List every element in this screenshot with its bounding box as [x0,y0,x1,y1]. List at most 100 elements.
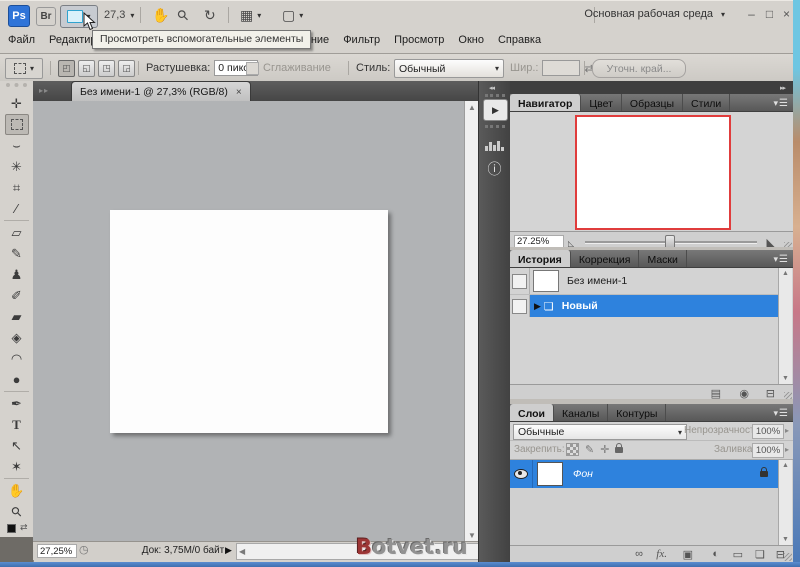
clone-stamp-tool[interactable]: ♟ [5,264,29,285]
panel-grip[interactable] [6,83,27,93]
tab-masks[interactable]: Маски [639,250,686,267]
subtract-from-selection-icon[interactable]: ◳ [98,60,115,77]
lasso-tool[interactable]: ⌣ [5,135,29,156]
history-brush-tool[interactable]: ✐ [5,285,29,306]
healing-brush-tool[interactable]: ▱ [5,222,29,243]
vertical-scrollbar[interactable]: ▲ ▼ [464,101,479,541]
tab-channels[interactable]: Каналы [554,404,608,421]
paint-bucket-tool[interactable]: ◈ [5,327,29,348]
antialias-checkbox[interactable] [246,62,259,75]
rectangular-marquee-tool[interactable] [5,114,29,135]
fill-input[interactable]: 100% [752,443,784,458]
dodge-tool[interactable]: ● [5,369,29,390]
lock-transparency-icon[interactable] [566,443,579,456]
visibility-cell[interactable] [510,460,533,488]
scroll-down-icon[interactable]: ▼ [782,375,789,382]
tab-swatches[interactable]: Образцы [622,94,683,111]
scroll-up-icon[interactable]: ▲ [465,101,479,113]
status-flyout-icon[interactable]: ▶ [225,545,232,556]
blend-mode-dropdown[interactable]: Обычные ▾ [513,424,687,440]
maximize-button[interactable]: □ [762,7,777,21]
tab-history[interactable]: История [510,250,571,267]
tab-color[interactable]: Цвет [581,94,622,111]
slider-arrow-icon[interactable]: ▸ [785,445,789,454]
layer-thumbnail[interactable] [537,462,563,486]
minimize-button[interactable]: – [744,7,759,21]
slider-arrow-icon[interactable]: ▸ [785,426,789,435]
panel-grip[interactable] [485,125,505,128]
lock-position-icon[interactable]: ✛ [600,443,609,456]
chevron-down-icon[interactable]: ▾ [299,11,303,20]
menu-help[interactable]: Справка [498,34,541,46]
chevron-down-icon[interactable]: ▾ [257,11,261,20]
intersect-selection-icon[interactable]: ◲ [118,60,135,77]
bridge-button[interactable]: Br [36,7,56,26]
snapshot-thumbnail[interactable] [533,270,559,292]
collapse-to-icons-icon[interactable]: ▸▸ [780,84,785,92]
background-layer-row[interactable]: Фон [510,460,779,488]
path-selection-tool[interactable]: ↖ [5,435,29,456]
actions-panel-icon[interactable]: ▶ [483,99,508,121]
menu-view[interactable]: Просмотр [394,34,444,46]
hand-icon[interactable]: ✋ [152,7,169,24]
scroll-down-icon[interactable]: ▼ [782,536,789,543]
swap-colors-icon[interactable]: ⇄ [20,522,28,533]
history-snapshot-row[interactable]: Без имени-1 [510,268,779,295]
panel-menu-icon[interactable]: ▾☰ [774,98,789,109]
resize-grip[interactable] [784,553,792,561]
navigator-proxy-view[interactable] [575,115,731,230]
scroll-up-icon[interactable]: ▲ [782,270,789,277]
document-canvas[interactable] [110,210,388,433]
rotate-view-icon[interactable]: ↻ [204,7,216,24]
zoom-level-value[interactable]: 27,3 [104,9,125,21]
panel-grip[interactable] [485,94,505,97]
link-layers-icon[interactable]: ∞ [635,548,643,560]
pen-tool[interactable]: ✒ [5,393,29,414]
history-source-icon[interactable] [512,274,527,289]
lock-paint-icon[interactable]: ✎ [585,443,594,456]
layers-scrollbar[interactable]: ▲ ▼ [778,460,792,545]
custom-shape-tool[interactable]: ✶ [5,456,29,477]
histogram-panel-icon[interactable] [483,131,506,155]
workspace-switcher[interactable]: Основная рабочая среда ▾ [584,8,725,20]
tab-overflow-icon[interactable]: ▸▸ [39,86,49,95]
history-state-row[interactable]: ▶ ❏ Новый [510,295,779,317]
add-layer-mask-icon[interactable]: ▣ [683,548,693,561]
chevron-down-icon[interactable]: ▾ [130,11,134,20]
tab-adjustments[interactable]: Коррекция [571,250,640,267]
default-colors-control[interactable]: ⇄ [5,522,29,536]
lock-all-icon[interactable] [615,447,623,453]
tab-navigator[interactable]: Навигатор [510,94,581,111]
hand-tool[interactable]: ✋ [5,480,29,501]
panel-menu-icon[interactable]: ▾☰ [774,408,789,419]
screen-mode-icon[interactable]: ▢ [282,7,295,24]
pencil-tool[interactable]: ✎ [5,243,29,264]
scroll-up-icon[interactable]: ▲ [782,462,789,469]
new-layer-icon[interactable]: ❏ [755,548,765,561]
add-to-selection-icon[interactable]: ◱ [78,60,95,77]
new-selection-icon[interactable]: ◰ [58,60,75,77]
eyedropper-tool[interactable]: ∕ [5,198,29,219]
zoom-tool[interactable]: ⚲ [5,501,29,522]
refine-edge-button[interactable]: Уточн. край... [592,59,686,78]
history-scrollbar[interactable]: ▲ ▼ [778,268,792,384]
blur-tool[interactable]: ◠ [5,348,29,369]
document-tab[interactable]: Без имени-1 @ 27,3% (RGB/8) × [71,81,251,102]
arrange-documents-icon[interactable]: ▦ [240,7,253,24]
tab-layers[interactable]: Слои [510,404,554,421]
status-zoom-input[interactable]: 27,25% [37,544,77,558]
style-dropdown[interactable]: Обычный ▾ [394,59,504,78]
quick-selection-tool[interactable]: ✳ [5,156,29,177]
width-input[interactable] [542,60,580,76]
info-panel-icon[interactable]: ⓘ [483,159,506,179]
menu-window[interactable]: Окно [458,34,484,46]
new-group-icon[interactable]: ▭ [733,548,743,561]
magnifier-icon[interactable]: ⚲ [173,5,192,24]
layer-style-icon[interactable]: fx. [656,548,667,560]
panel-menu-icon[interactable]: ▾☰ [774,254,789,265]
close-tab-icon[interactable]: × [236,87,242,98]
history-source-checkbox[interactable] [512,299,527,314]
tab-paths[interactable]: Контуры [608,404,666,421]
menu-file[interactable]: Файл [8,34,35,46]
expand-dock-icon[interactable]: ◂◂ [489,84,494,92]
